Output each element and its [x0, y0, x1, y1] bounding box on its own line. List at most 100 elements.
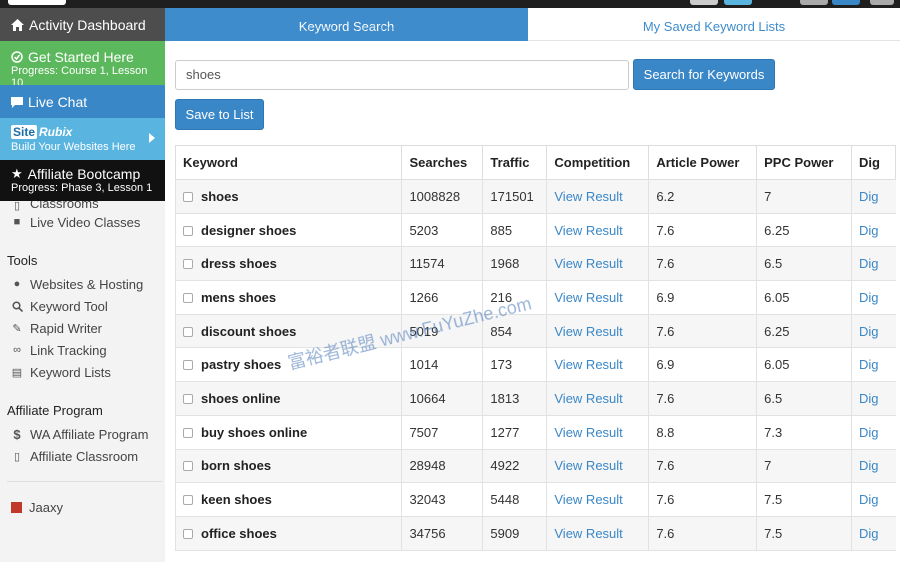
jaaxy-icon: [11, 501, 22, 513]
dig-link[interactable]: Dig: [850, 314, 896, 349]
row-checkbox[interactable]: [183, 461, 193, 472]
keyword-cell: shoes: [174, 179, 402, 214]
sidebar-siterubix[interactable]: Site Rubix Build Your Websites Here: [0, 118, 165, 160]
dig-link[interactable]: Dig: [850, 415, 896, 450]
dig-link[interactable]: Dig: [850, 449, 896, 484]
row-checkbox[interactable]: [183, 326, 193, 337]
sidebar-item-affiliate-classroom[interactable]: ▯ Affiliate Classroom: [0, 445, 165, 467]
sidebar-divider: [7, 481, 162, 482]
article-power-cell: 7.6: [648, 381, 757, 416]
column-header-competition[interactable]: Competition: [546, 145, 650, 180]
row-checkbox[interactable]: [183, 225, 193, 236]
row-checkbox[interactable]: [183, 427, 193, 438]
sidebar-activity-dashboard-label: Activity Dashboard: [29, 17, 146, 33]
row-checkbox[interactable]: [183, 393, 193, 404]
competition-link[interactable]: View Result: [546, 213, 649, 248]
sidebar-item-keyword-lists[interactable]: ▤ Keyword Lists: [0, 361, 165, 383]
competition-link[interactable]: View Result: [546, 415, 649, 450]
row-checkbox[interactable]: [183, 360, 193, 371]
column-header-dig[interactable]: Dig: [850, 145, 897, 180]
searches-cell: 10664: [401, 381, 483, 416]
chat-icon: [11, 96, 23, 108]
tab-bar: Keyword Search Find keyword ideas fast (…: [165, 8, 900, 41]
sidebar-item-rapid-writer[interactable]: ✎ Rapid Writer: [0, 317, 165, 339]
top-bar-button[interactable]: [800, 0, 828, 5]
dig-link[interactable]: Dig: [850, 381, 896, 416]
sidebar-get-started[interactable]: Get Started Here Progress: Course 1, Les…: [0, 41, 165, 89]
searches-cell: 28948: [401, 449, 483, 484]
sidebar-item-keyword-tool[interactable]: Keyword Tool: [0, 295, 165, 317]
row-checkbox[interactable]: [183, 495, 193, 506]
dig-link[interactable]: Dig: [850, 482, 896, 517]
column-header-keyword[interactable]: Keyword: [174, 145, 403, 180]
competition-link[interactable]: View Result: [546, 280, 649, 315]
table-row: buy shoes online 7507 1277 View Result 8.8 7.…: [174, 415, 896, 450]
sidebar-live-chat[interactable]: Live Chat: [0, 85, 165, 118]
table-row: keen shoes 32043 5448 View Result 7.6 7.5 Dig: [174, 482, 896, 517]
table-row: dress shoes 11574 1968 View Result 7.6 6.5 Dig: [174, 246, 896, 282]
row-checkbox[interactable]: [183, 191, 193, 202]
tools-heading: Tools: [7, 253, 38, 268]
top-bar-button[interactable]: [832, 0, 860, 5]
competition-link[interactable]: View Result: [546, 449, 649, 484]
link-icon: ∞: [13, 344, 21, 356]
article-power-cell: 7.6: [648, 482, 757, 517]
article-power-cell: 6.9: [648, 280, 757, 315]
save-to-list-button[interactable]: Save to List: [175, 99, 264, 130]
sidebar-item-link-tracking[interactable]: ∞ Link Tracking: [0, 339, 165, 361]
table-row: shoes online 10664 1813 View Result 7.6 6.5 Di…: [174, 381, 896, 416]
dig-link[interactable]: Dig: [850, 347, 896, 383]
sidebar-item-websites-hosting[interactable]: ● Websites & Hosting: [0, 273, 165, 295]
sidebar-live-chat-label: Live Chat: [28, 94, 88, 110]
column-header-ppc-power[interactable]: PPC Power: [756, 145, 852, 180]
searches-cell: 1008828: [401, 179, 483, 214]
searches-cell: 7507: [401, 415, 483, 450]
dig-link[interactable]: Dig: [850, 280, 896, 315]
top-bar-button[interactable]: [690, 0, 718, 5]
competition-link[interactable]: View Result: [546, 381, 649, 416]
competition-link[interactable]: View Result: [546, 179, 649, 214]
row-checkbox[interactable]: [183, 528, 193, 539]
dig-link[interactable]: Dig: [850, 213, 896, 248]
top-bar-button[interactable]: [870, 0, 894, 5]
competition-link[interactable]: View Result: [546, 246, 649, 282]
top-bar-button[interactable]: [724, 0, 752, 5]
keyword-cell: mens shoes: [174, 280, 402, 315]
competition-link[interactable]: View Result: [546, 314, 649, 349]
dig-link[interactable]: Dig: [850, 246, 896, 282]
traffic-cell: 1813: [482, 381, 547, 416]
sidebar-affiliate-bootcamp[interactable]: ★ Affiliate Bootcamp Progress: Phase 3, …: [0, 160, 165, 201]
bootcamp-progress: Progress: Phase 3, Lesson 1: [11, 182, 153, 194]
article-power-cell: 7.6: [648, 449, 757, 484]
tab-my-saved-keyword-lists[interactable]: My Saved Keyword Lists: [528, 8, 900, 41]
globe-icon: ●: [13, 278, 21, 290]
competition-link[interactable]: View Result: [546, 347, 649, 383]
traffic-cell: 173: [482, 347, 547, 383]
competition-link[interactable]: View Result: [546, 482, 649, 517]
column-header-traffic[interactable]: Traffic: [482, 145, 548, 180]
dig-link[interactable]: Dig: [850, 179, 896, 214]
table-row: discount shoes 5019 854 View Result 7.6 6.25 D…: [174, 314, 896, 349]
sidebar-item-live-video-classes[interactable]: ■ Live Video Classes: [0, 211, 165, 233]
searches-cell: 11574: [401, 246, 483, 282]
row-checkbox[interactable]: [183, 259, 193, 270]
traffic-cell: 5909: [482, 516, 547, 551]
table-header-row: Keyword Searches Traffic Competition Art…: [174, 145, 897, 180]
sidebar: Activity Dashboard Get Started Here Prog…: [0, 8, 165, 562]
search-for-keywords-button[interactable]: Search for Keywords: [633, 59, 775, 90]
row-checkbox[interactable]: [183, 292, 193, 303]
pen-icon: ✎: [12, 322, 22, 335]
ppc-power-cell: 6.25: [756, 213, 852, 248]
search-input[interactable]: shoes: [175, 60, 629, 90]
article-power-cell: 7.6: [648, 246, 757, 282]
column-header-searches[interactable]: Searches: [401, 145, 484, 180]
sidebar-activity-dashboard[interactable]: Activity Dashboard: [0, 8, 165, 41]
column-header-article-power[interactable]: Article Power: [648, 145, 758, 180]
competition-link[interactable]: View Result: [546, 516, 649, 551]
ppc-power-cell: 6.5: [756, 381, 852, 416]
sidebar-item-jaaxy[interactable]: Jaaxy: [0, 496, 165, 518]
sidebar-item-wa-affiliate-program[interactable]: $ WA Affiliate Program: [0, 423, 165, 445]
table-row: mens shoes 1266 216 View Result 6.9 6.05 Dig: [174, 280, 896, 315]
siterubix-logo: Site Rubix: [11, 125, 73, 139]
dig-link[interactable]: Dig: [850, 516, 896, 551]
